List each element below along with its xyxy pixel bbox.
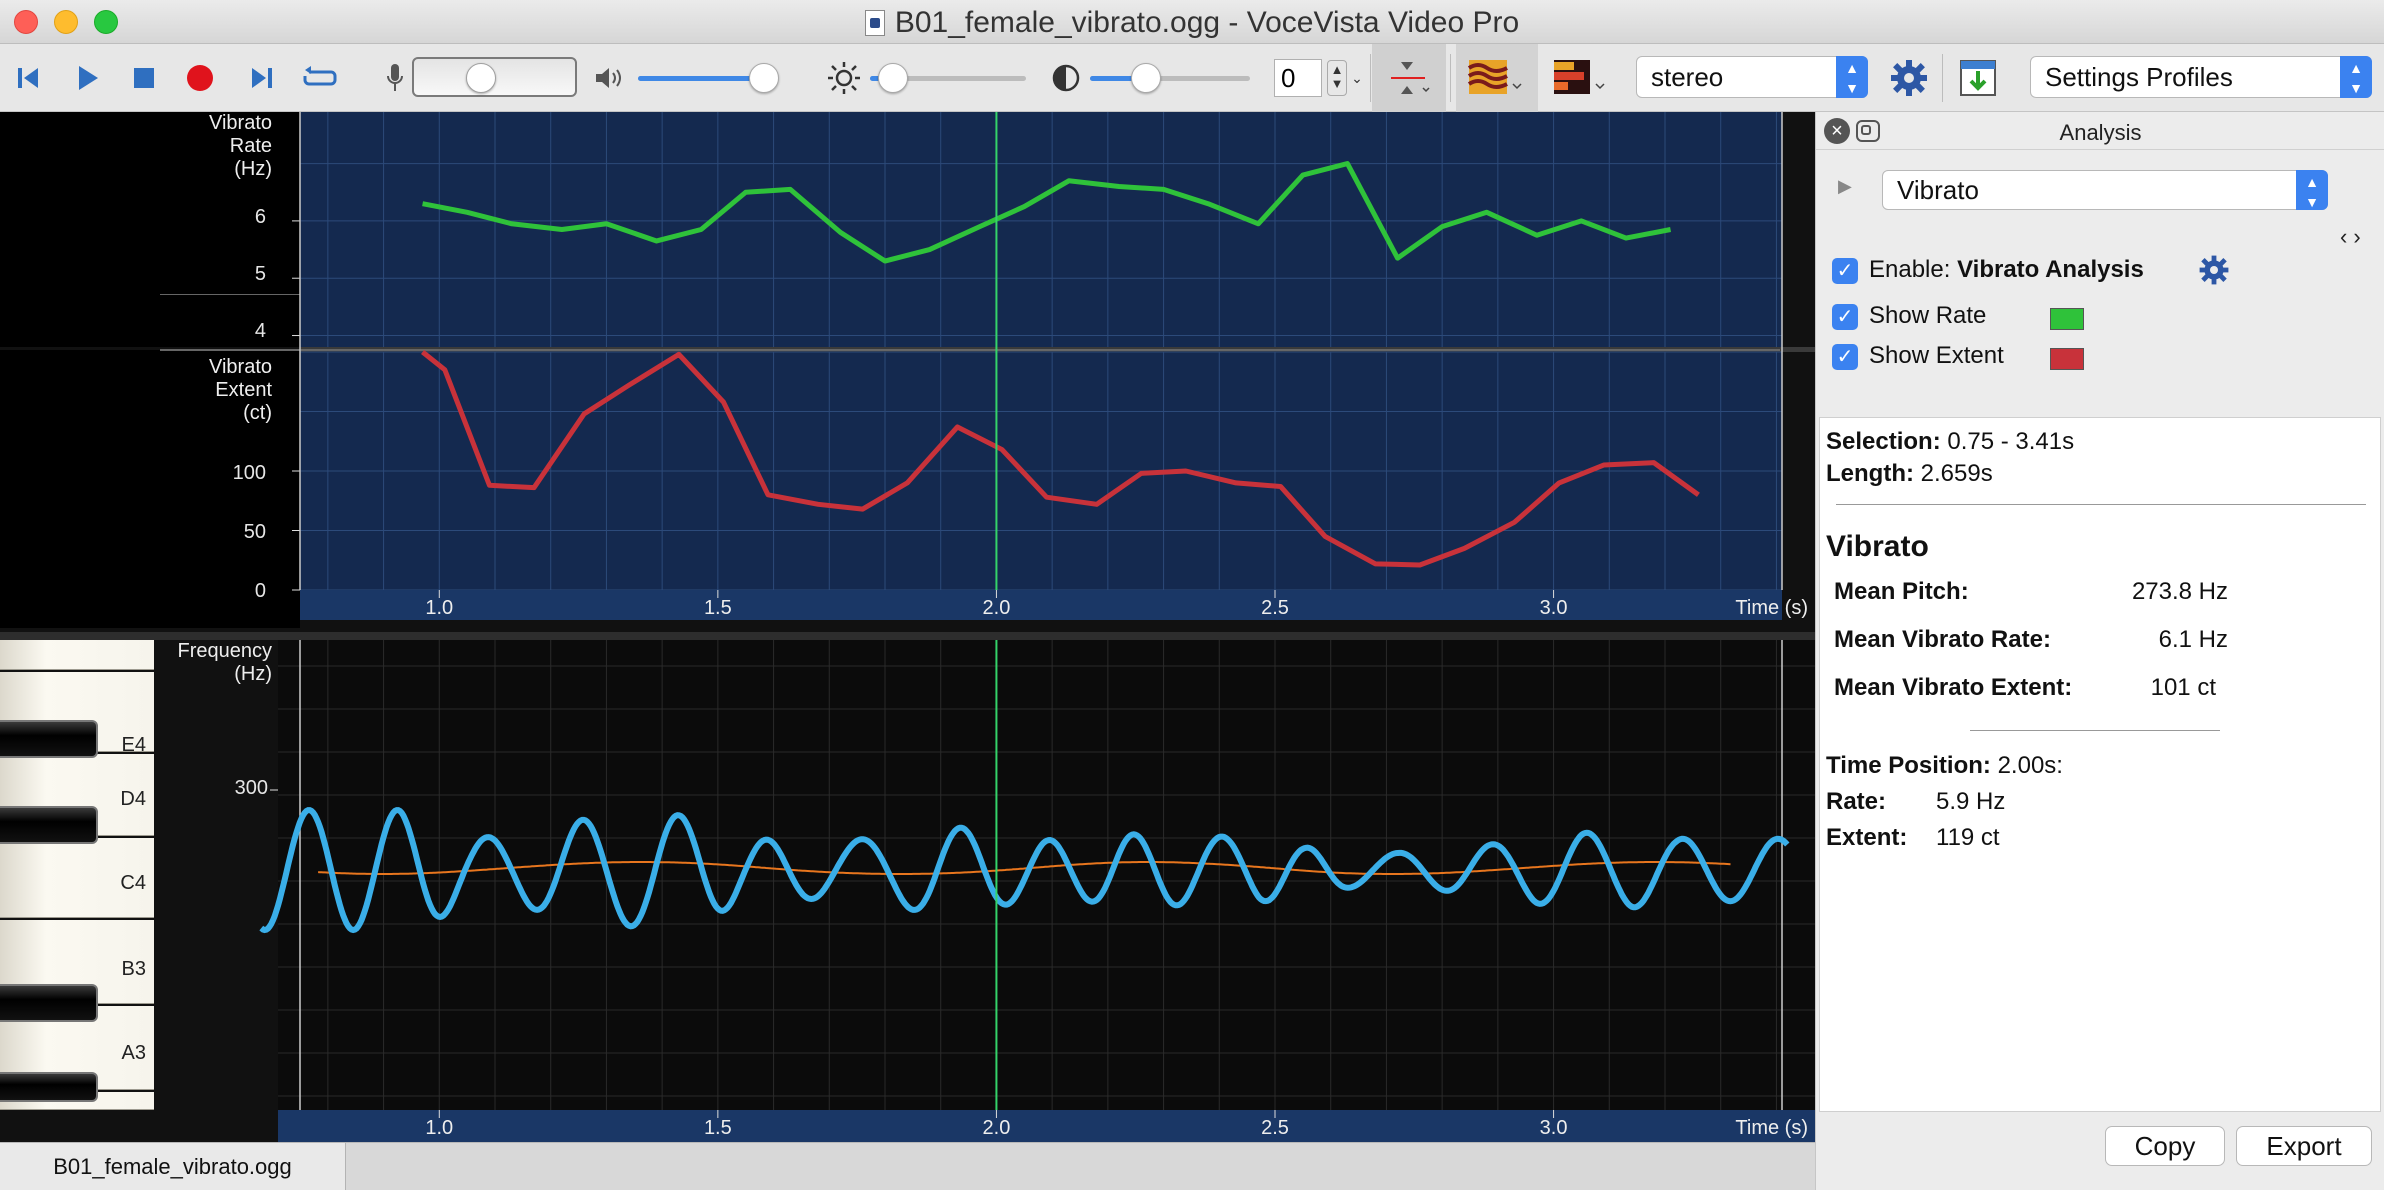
analysis-type-select[interactable]: Vibrato ▲ ▼	[1882, 170, 2328, 210]
window-title: B01_female_vibrato.ogg - VoceVista Video…	[0, 6, 2384, 40]
channel-select-value: stereo	[1651, 62, 1724, 92]
rate-label: Rate:	[1826, 788, 1887, 815]
show-rate-checkbox[interactable]: ✓	[1832, 304, 1858, 330]
app-window: B01_female_vibrato.ogg - VoceVista Video…	[0, 0, 2384, 1190]
analysis-type-value: Vibrato	[1897, 175, 1979, 205]
length-row: Length: 2.659s	[1826, 460, 1993, 488]
time-tick-label: 1.5	[704, 597, 732, 619]
tab-bar: B01_female_vibrato.ogg	[0, 1142, 1815, 1190]
settings-profiles-value: Settings Profiles	[2045, 62, 2233, 92]
analysis-header: × Analysis	[1816, 112, 2384, 150]
window-title-text: B01_female_vibrato.ogg - VoceVista Video…	[894, 6, 1520, 39]
extent-label: Extent:	[1826, 824, 1908, 851]
spectrum-colormap-button[interactable]	[1550, 44, 1612, 112]
input-gain-slider[interactable]	[412, 57, 577, 97]
extent-color-swatch[interactable]	[2050, 348, 2084, 370]
time-tick-label: 1.5	[704, 1117, 732, 1139]
analysis-title: Analysis	[2059, 120, 2142, 145]
divider	[1836, 504, 2366, 505]
input-gain-knob[interactable]	[466, 63, 496, 93]
copy-button[interactable]: Copy	[2105, 1126, 2225, 1166]
time-tick-label: 3.0	[1540, 1117, 1568, 1139]
number-stepper[interactable]: ▲ ▼	[1326, 44, 1348, 112]
splitter-line	[160, 349, 1780, 351]
length-value: 2.659s	[1920, 460, 1993, 487]
mean-rate-value: 6.1 Hz	[2158, 626, 2228, 653]
time-axis-label: Time (s)	[1735, 597, 1808, 619]
time-position-row: Time Position: 2.00s:	[1826, 752, 2063, 780]
compress-view-button[interactable]	[1372, 44, 1446, 112]
vibrato-section-title: Vibrato	[1826, 530, 1929, 563]
time-tick-label: 1.0	[425, 597, 453, 619]
extent-value: 119 ct	[1936, 824, 2000, 851]
select-arrows-icon: ▲ ▼	[1836, 56, 1868, 98]
pitch-plot-background	[278, 640, 1815, 1110]
enable-label-text: Enable:	[1869, 256, 1951, 283]
skip-forward-icon[interactable]	[244, 44, 280, 112]
enable-name: Vibrato Analysis	[1957, 256, 2144, 283]
select-arrows-icon: ▲ ▼	[2296, 170, 2328, 210]
file-tab[interactable]: B01_female_vibrato.ogg	[0, 1143, 346, 1190]
analysis-settings-icon[interactable]	[2198, 254, 2230, 291]
rate-color-swatch[interactable]	[2050, 308, 2084, 330]
channel-select[interactable]: stereo ▲ ▼	[1636, 56, 1868, 98]
rate-value: 5.9 Hz	[1936, 788, 2006, 815]
analysis-results: Selection: 0.75 - 3.41s Length: 2.659s V…	[1819, 417, 2381, 1112]
vibrato-chart[interactable]: 1.0 1.5 2.0 2.5 3.0 Time (s)	[0, 112, 1815, 632]
mean-extent-value: 101 ct	[2150, 674, 2216, 701]
loop-icon[interactable]	[300, 44, 340, 112]
selection-label: Selection:	[1826, 428, 1941, 455]
disclosure-triangle-icon[interactable]: ▶	[1838, 176, 1852, 197]
stop-icon[interactable]	[126, 44, 162, 112]
mean-extent-label: Mean Vibrato Extent:	[1834, 674, 2073, 701]
panel-navigation-arrows[interactable]: ‹›	[2340, 224, 2367, 250]
settings-profiles-select[interactable]: Settings Profiles ▲ ▼	[2030, 56, 2372, 98]
time-tick-label: 2.0	[983, 597, 1011, 619]
pitch-chart[interactable]: 1.0 1.5 2.0 2.5 3.0 Time (s)	[0, 640, 1815, 1142]
gear-icon[interactable]	[1886, 44, 1932, 112]
brightness-icon	[826, 44, 862, 112]
show-extent-label: Show Extent	[1869, 342, 2004, 369]
divider	[1970, 730, 2220, 731]
length-label: Length:	[1826, 460, 1914, 487]
time-tick-label: 3.0	[1540, 597, 1568, 619]
enable-label: Enable: Vibrato Analysis	[1869, 256, 2144, 284]
record-icon[interactable]	[182, 44, 218, 112]
analysis-panel: × Analysis ▶ Vibrato ▲ ▼ ‹› ✓ Enable: Vibr…	[1815, 112, 2384, 1190]
spectrogram-colormap-button[interactable]	[1456, 44, 1538, 112]
speaker-icon	[592, 44, 628, 112]
mean-rate-label: Mean Vibrato Rate:	[1834, 626, 2051, 653]
volume-slider-knob[interactable]	[749, 63, 779, 93]
export-button[interactable]: Export	[2236, 1126, 2372, 1166]
skip-back-icon[interactable]	[10, 44, 46, 112]
time-tick-label: 2.0	[983, 1117, 1011, 1139]
microphone-icon	[380, 44, 410, 112]
document-icon	[864, 10, 885, 36]
toolbar: 0 ▲ ▼ ⌄ stereo ▲ ▼ Settings Profiles ▲ ▼	[0, 44, 2384, 112]
chevron-down-icon[interactable]: ⌄	[1350, 44, 1364, 112]
time-axis-bar	[278, 1110, 1815, 1142]
time-tick-label: 2.5	[1261, 597, 1289, 619]
mean-pitch-label: Mean Pitch:	[1834, 578, 1969, 605]
show-rate-label: Show Rate	[1869, 302, 1987, 329]
select-arrows-icon: ▲ ▼	[2340, 56, 2372, 98]
title-bar: B01_female_vibrato.ogg - VoceVista Video…	[0, 0, 2384, 44]
time-position-value: 2.00s:	[1997, 752, 2063, 779]
contrast-icon	[1048, 44, 1084, 112]
time-tick-label: 2.5	[1261, 1117, 1289, 1139]
time-position-label: Time Position:	[1826, 752, 1991, 779]
contrast-slider-knob[interactable]	[1131, 63, 1161, 93]
brightness-slider-knob[interactable]	[878, 63, 909, 93]
panel-splitter[interactable]	[0, 632, 1815, 640]
number-field[interactable]: 0	[1274, 59, 1322, 97]
mean-pitch-value: 273.8 Hz	[2131, 578, 2228, 605]
time-tick-label: 1.0	[425, 1117, 453, 1139]
selection-row: Selection: 0.75 - 3.41s	[1826, 428, 2074, 456]
selection-value: 0.75 - 3.41s	[1947, 428, 2075, 455]
enable-checkbox[interactable]: ✓	[1832, 258, 1858, 284]
show-extent-checkbox[interactable]: ✓	[1832, 344, 1858, 370]
time-axis-label: Time (s)	[1735, 1117, 1808, 1139]
import-settings-icon[interactable]	[1956, 44, 2000, 112]
play-icon[interactable]	[70, 44, 106, 112]
